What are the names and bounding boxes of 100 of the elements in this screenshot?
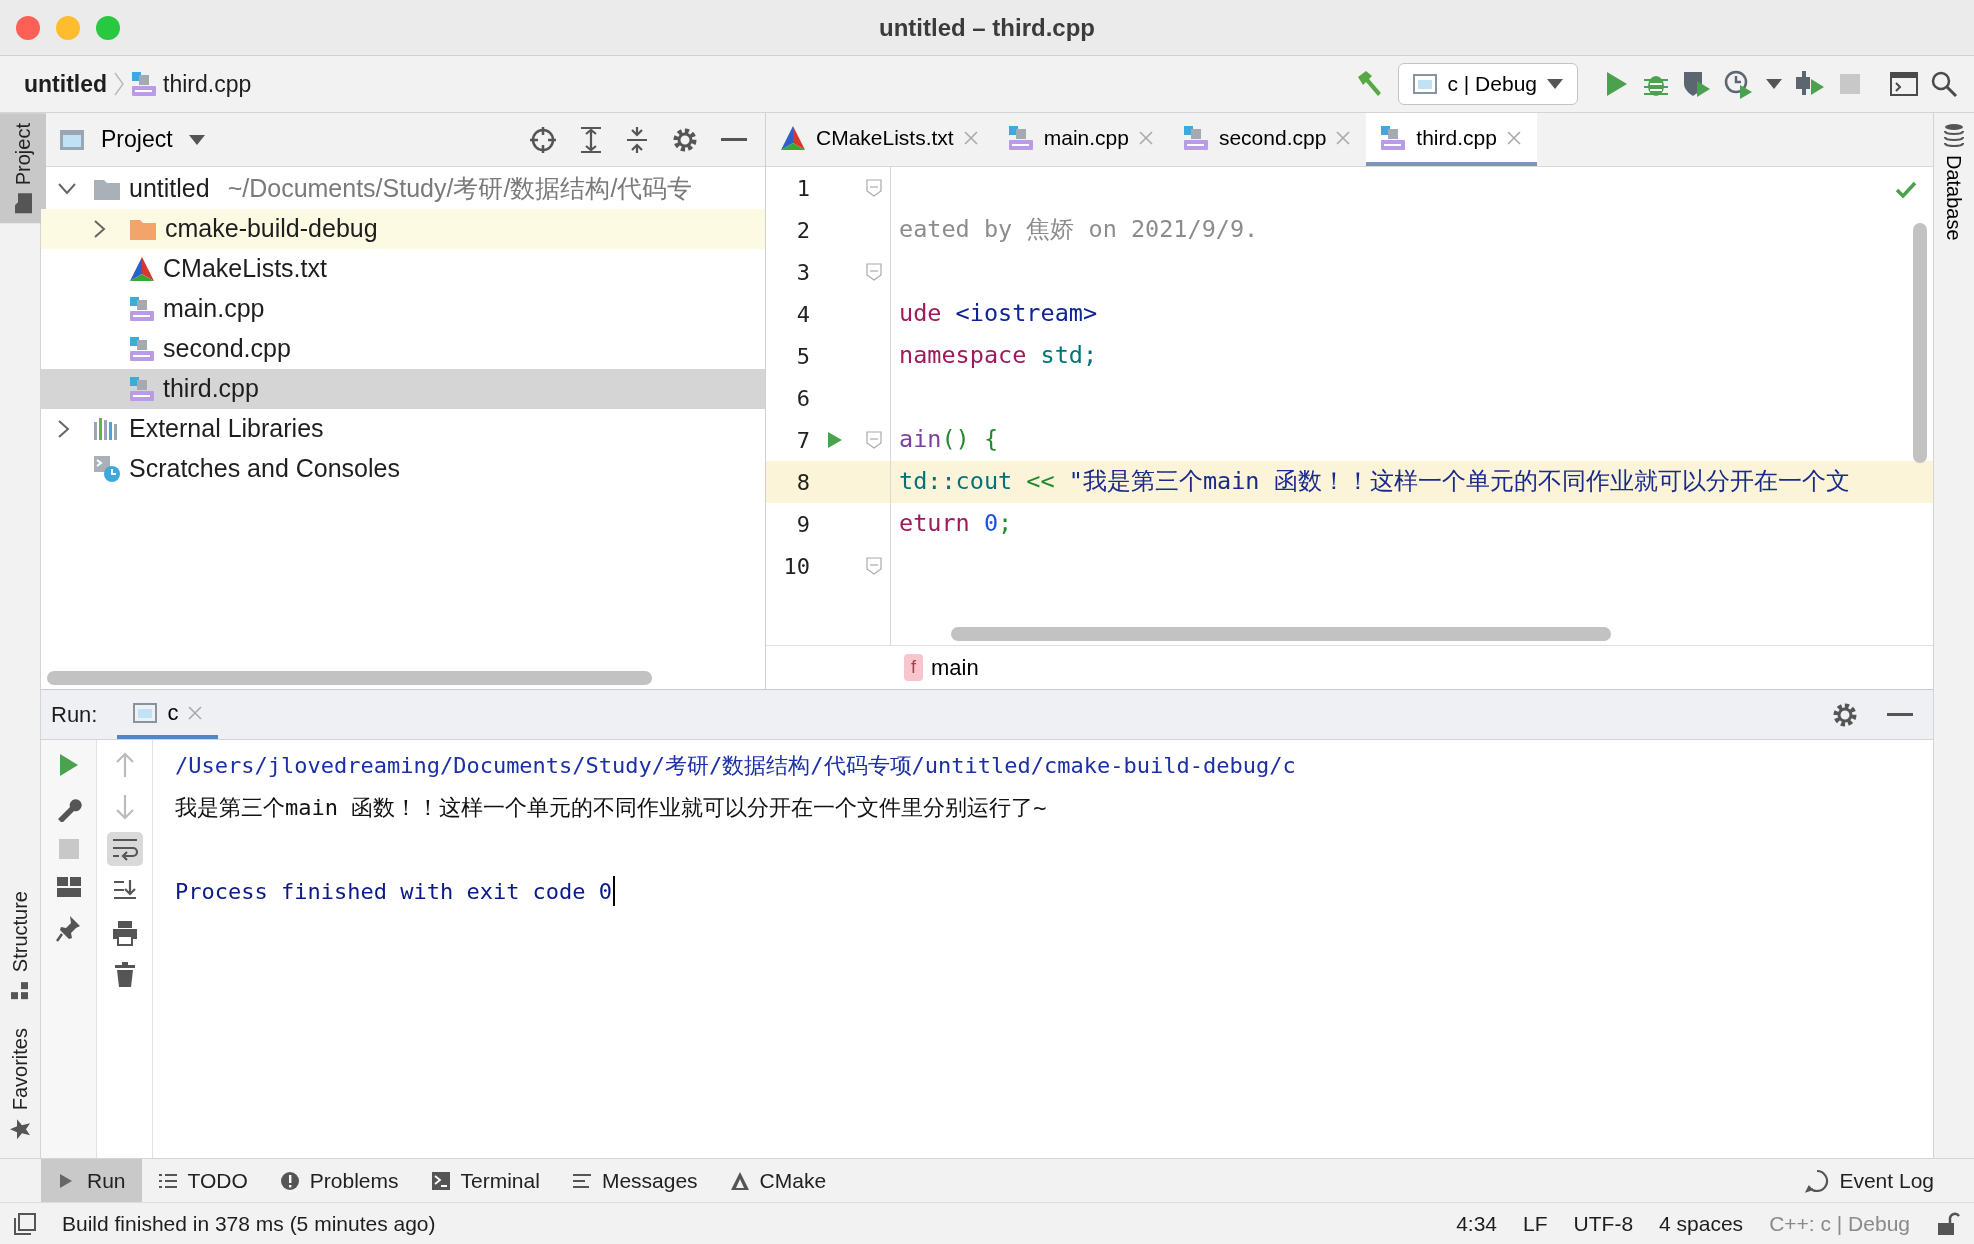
chevron-icon <box>113 71 126 97</box>
editor-tab[interactable]: main.cpp <box>993 113 1169 166</box>
run-tab[interactable]: c <box>117 690 219 739</box>
caret-icon <box>188 134 205 145</box>
fold-marker-icon[interactable] <box>866 263 882 281</box>
editor-tab[interactable]: second.cpp <box>1168 113 1367 166</box>
collapse-all-icon <box>625 125 649 154</box>
cpp-file-icon <box>1380 124 1407 151</box>
tree-item[interactable]: cmake-build-debug <box>41 209 765 249</box>
line-number: 9 <box>795 510 810 539</box>
tree-item[interactable]: second.cpp <box>41 329 765 369</box>
breadcrumb-item[interactable]: third.cpp <box>163 66 252 102</box>
text-cursor <box>613 876 616 906</box>
code-line: eturn 0; <box>898 508 1013 540</box>
triangle-logo-icon <box>780 124 806 151</box>
fold-marker-icon[interactable] <box>866 179 882 197</box>
breadcrumb-item[interactable]: untitled <box>24 66 108 102</box>
cpp-file-icon <box>1182 124 1209 151</box>
code-line: ain() { <box>898 424 999 456</box>
scrollbar[interactable] <box>47 671 652 685</box>
wrap-icon <box>110 836 139 862</box>
close-icon <box>963 130 978 145</box>
close-icon <box>1336 130 1351 145</box>
tree-item[interactable]: third.cpp <box>41 369 765 409</box>
status-message: Build finished in 378 ms (5 minutes ago) <box>62 1210 436 1237</box>
status-item[interactable]: LF <box>1523 1207 1548 1240</box>
tool-window-button[interactable]: CMake <box>713 1159 843 1202</box>
run-configuration-dropdown[interactable]: c | Debug <box>1398 63 1578 105</box>
expand-all-icon <box>579 125 603 154</box>
line-number: 3 <box>795 258 810 287</box>
code-line: ude <iostream> <box>898 298 1098 330</box>
console-line: 我是第三个main 函数！！这样一个单元的不同作业就可以分开在一个文件里分别运行了~ <box>175 793 1047 822</box>
tool-window-button[interactable]: Problems <box>263 1159 415 1202</box>
breadcrumb-item[interactable]: f main <box>898 649 985 686</box>
structure-icon <box>10 979 30 1000</box>
scratch-clock-icon <box>93 455 121 483</box>
stop-icon <box>1838 72 1862 96</box>
folder-icon <box>13 192 33 215</box>
line-number: 1 <box>795 174 810 203</box>
tree-item[interactable]: CMakeLists.txt <box>41 249 765 289</box>
run-gutter-icon[interactable] <box>827 431 843 449</box>
tool-window-tab[interactable]: Project <box>0 113 46 224</box>
database-icon <box>1944 123 1964 147</box>
lock-button[interactable] <box>1936 1211 1960 1236</box>
tool-window-tab[interactable]: Structure <box>0 880 40 1010</box>
cpp-file-icon <box>129 376 155 402</box>
minus-icon <box>1887 712 1913 717</box>
minus-icon <box>721 137 747 142</box>
scrollbar[interactable] <box>1913 223 1927 463</box>
tool-window-tab[interactable]: Database <box>1934 113 1974 251</box>
chevron-right-icon <box>57 419 71 439</box>
console-link[interactable]: /Users/jlovedreaming/Documents/Study/考研/数据结构/代码专项/untitled/cmake-build-debug/c <box>175 748 1296 782</box>
tree-item[interactable]: Scratches and Consoles <box>41 449 765 489</box>
tree-item[interactable]: External Libraries <box>41 409 765 449</box>
project-view-dropdown[interactable]: Project <box>53 120 211 159</box>
stop-icon <box>57 838 80 860</box>
crosshair-icon <box>529 125 557 154</box>
toggle-panels-button[interactable] <box>14 1212 36 1235</box>
caret-icon <box>1547 79 1563 89</box>
close-icon <box>188 705 203 720</box>
inspection-ok-icon[interactable] <box>1895 181 1917 199</box>
soft-wrap-button[interactable] <box>106 832 143 866</box>
unlock-icon <box>1936 1211 1960 1236</box>
tool-window-button[interactable]: Run <box>41 1159 142 1202</box>
status-item[interactable]: 4 spaces <box>1659 1207 1744 1240</box>
chevron-down-icon <box>57 182 77 196</box>
project-window-icon <box>59 128 85 151</box>
cpp-file-icon <box>129 336 155 362</box>
tool-window-button[interactable]: TODO <box>141 1159 264 1202</box>
event-log-button[interactable]: Event Log <box>1789 1159 1950 1202</box>
arrow-down-icon <box>113 794 136 820</box>
cpp-file-icon <box>129 296 155 322</box>
close-icon <box>1138 130 1153 145</box>
status-item[interactable]: UTF-8 <box>1573 1207 1634 1240</box>
line-number: 2 <box>795 216 810 245</box>
line-number: 4 <box>795 300 810 329</box>
code-line: td::cout << "我是第三个main 函数！！这样一个单元的不同作业就可以分开在一个文 <box>898 466 1850 498</box>
tool-window-button[interactable]: Terminal <box>414 1159 556 1202</box>
fold-marker-icon[interactable] <box>866 557 882 575</box>
tool-window-button[interactable]: Messages <box>555 1159 714 1202</box>
editor-tab[interactable]: CMakeLists.txt <box>766 113 994 166</box>
close-button[interactable] <box>16 16 40 40</box>
fold-marker-icon[interactable] <box>866 431 882 449</box>
tool-window-tab[interactable]: Favorites <box>0 1017 40 1150</box>
tree-item[interactable]: main.cpp <box>41 289 765 329</box>
code-line: eated by 焦娇 on 2021/9/9. <box>898 214 1259 246</box>
window-icon <box>1413 74 1438 94</box>
close-icon <box>1506 130 1521 145</box>
chevron-right-icon <box>93 219 107 239</box>
status-item[interactable]: 4:34 <box>1456 1207 1498 1240</box>
caret-icon <box>1766 79 1782 89</box>
scrollbar[interactable] <box>951 627 1611 641</box>
editor-tab[interactable]: third.cpp <box>1366 113 1537 166</box>
panel-label: Run: <box>51 701 98 729</box>
triangle-logo-icon <box>129 256 155 282</box>
window-icon <box>133 702 158 723</box>
trash-icon <box>113 962 136 988</box>
folder-icon <box>129 217 157 241</box>
window-icon <box>1890 72 1918 96</box>
console-line: Process finished with exit code 0 <box>175 877 613 906</box>
